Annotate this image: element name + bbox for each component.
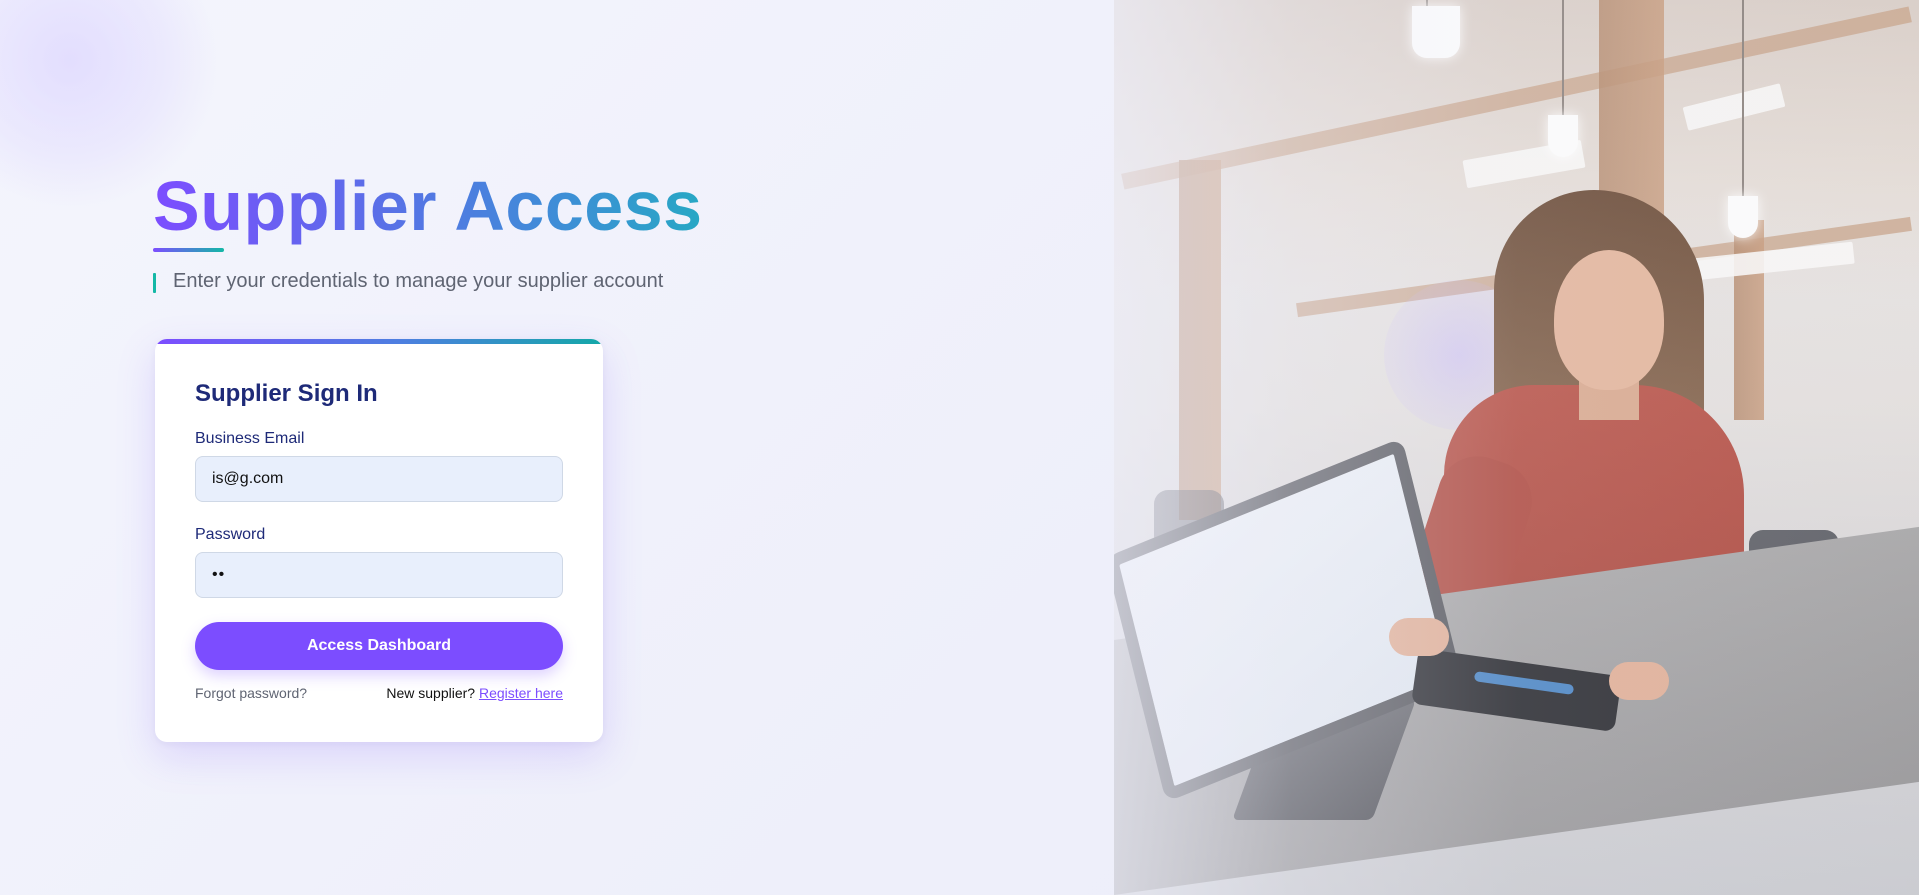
access-dashboard-button[interactable]: Access Dashboard [195, 622, 563, 670]
subtitle-accent-bar [153, 273, 156, 293]
password-label: Password [195, 526, 266, 543]
card-accent-bar [155, 339, 603, 344]
register-link[interactable]: Register here [479, 685, 563, 701]
forgot-password-link[interactable]: Forgot password? [195, 685, 307, 701]
photo-fade-overlay [1114, 0, 1919, 895]
new-supplier-text: New supplier? [386, 685, 476, 701]
signin-title: Supplier Sign In [195, 380, 378, 407]
email-field[interactable] [195, 456, 563, 502]
page-title: Supplier Access [153, 167, 703, 245]
login-page: Supplier Access Enter your credentials t… [0, 0, 1919, 895]
title-underline [153, 248, 224, 252]
email-label: Business Email [195, 430, 305, 447]
retail-photo [1114, 0, 1919, 895]
register-row: New supplier? Register here [386, 685, 563, 701]
page-subtitle: Enter your credentials to manage your su… [173, 270, 664, 292]
password-field[interactable] [195, 552, 563, 598]
signin-card: Supplier Sign In Business Email Password… [155, 339, 603, 742]
